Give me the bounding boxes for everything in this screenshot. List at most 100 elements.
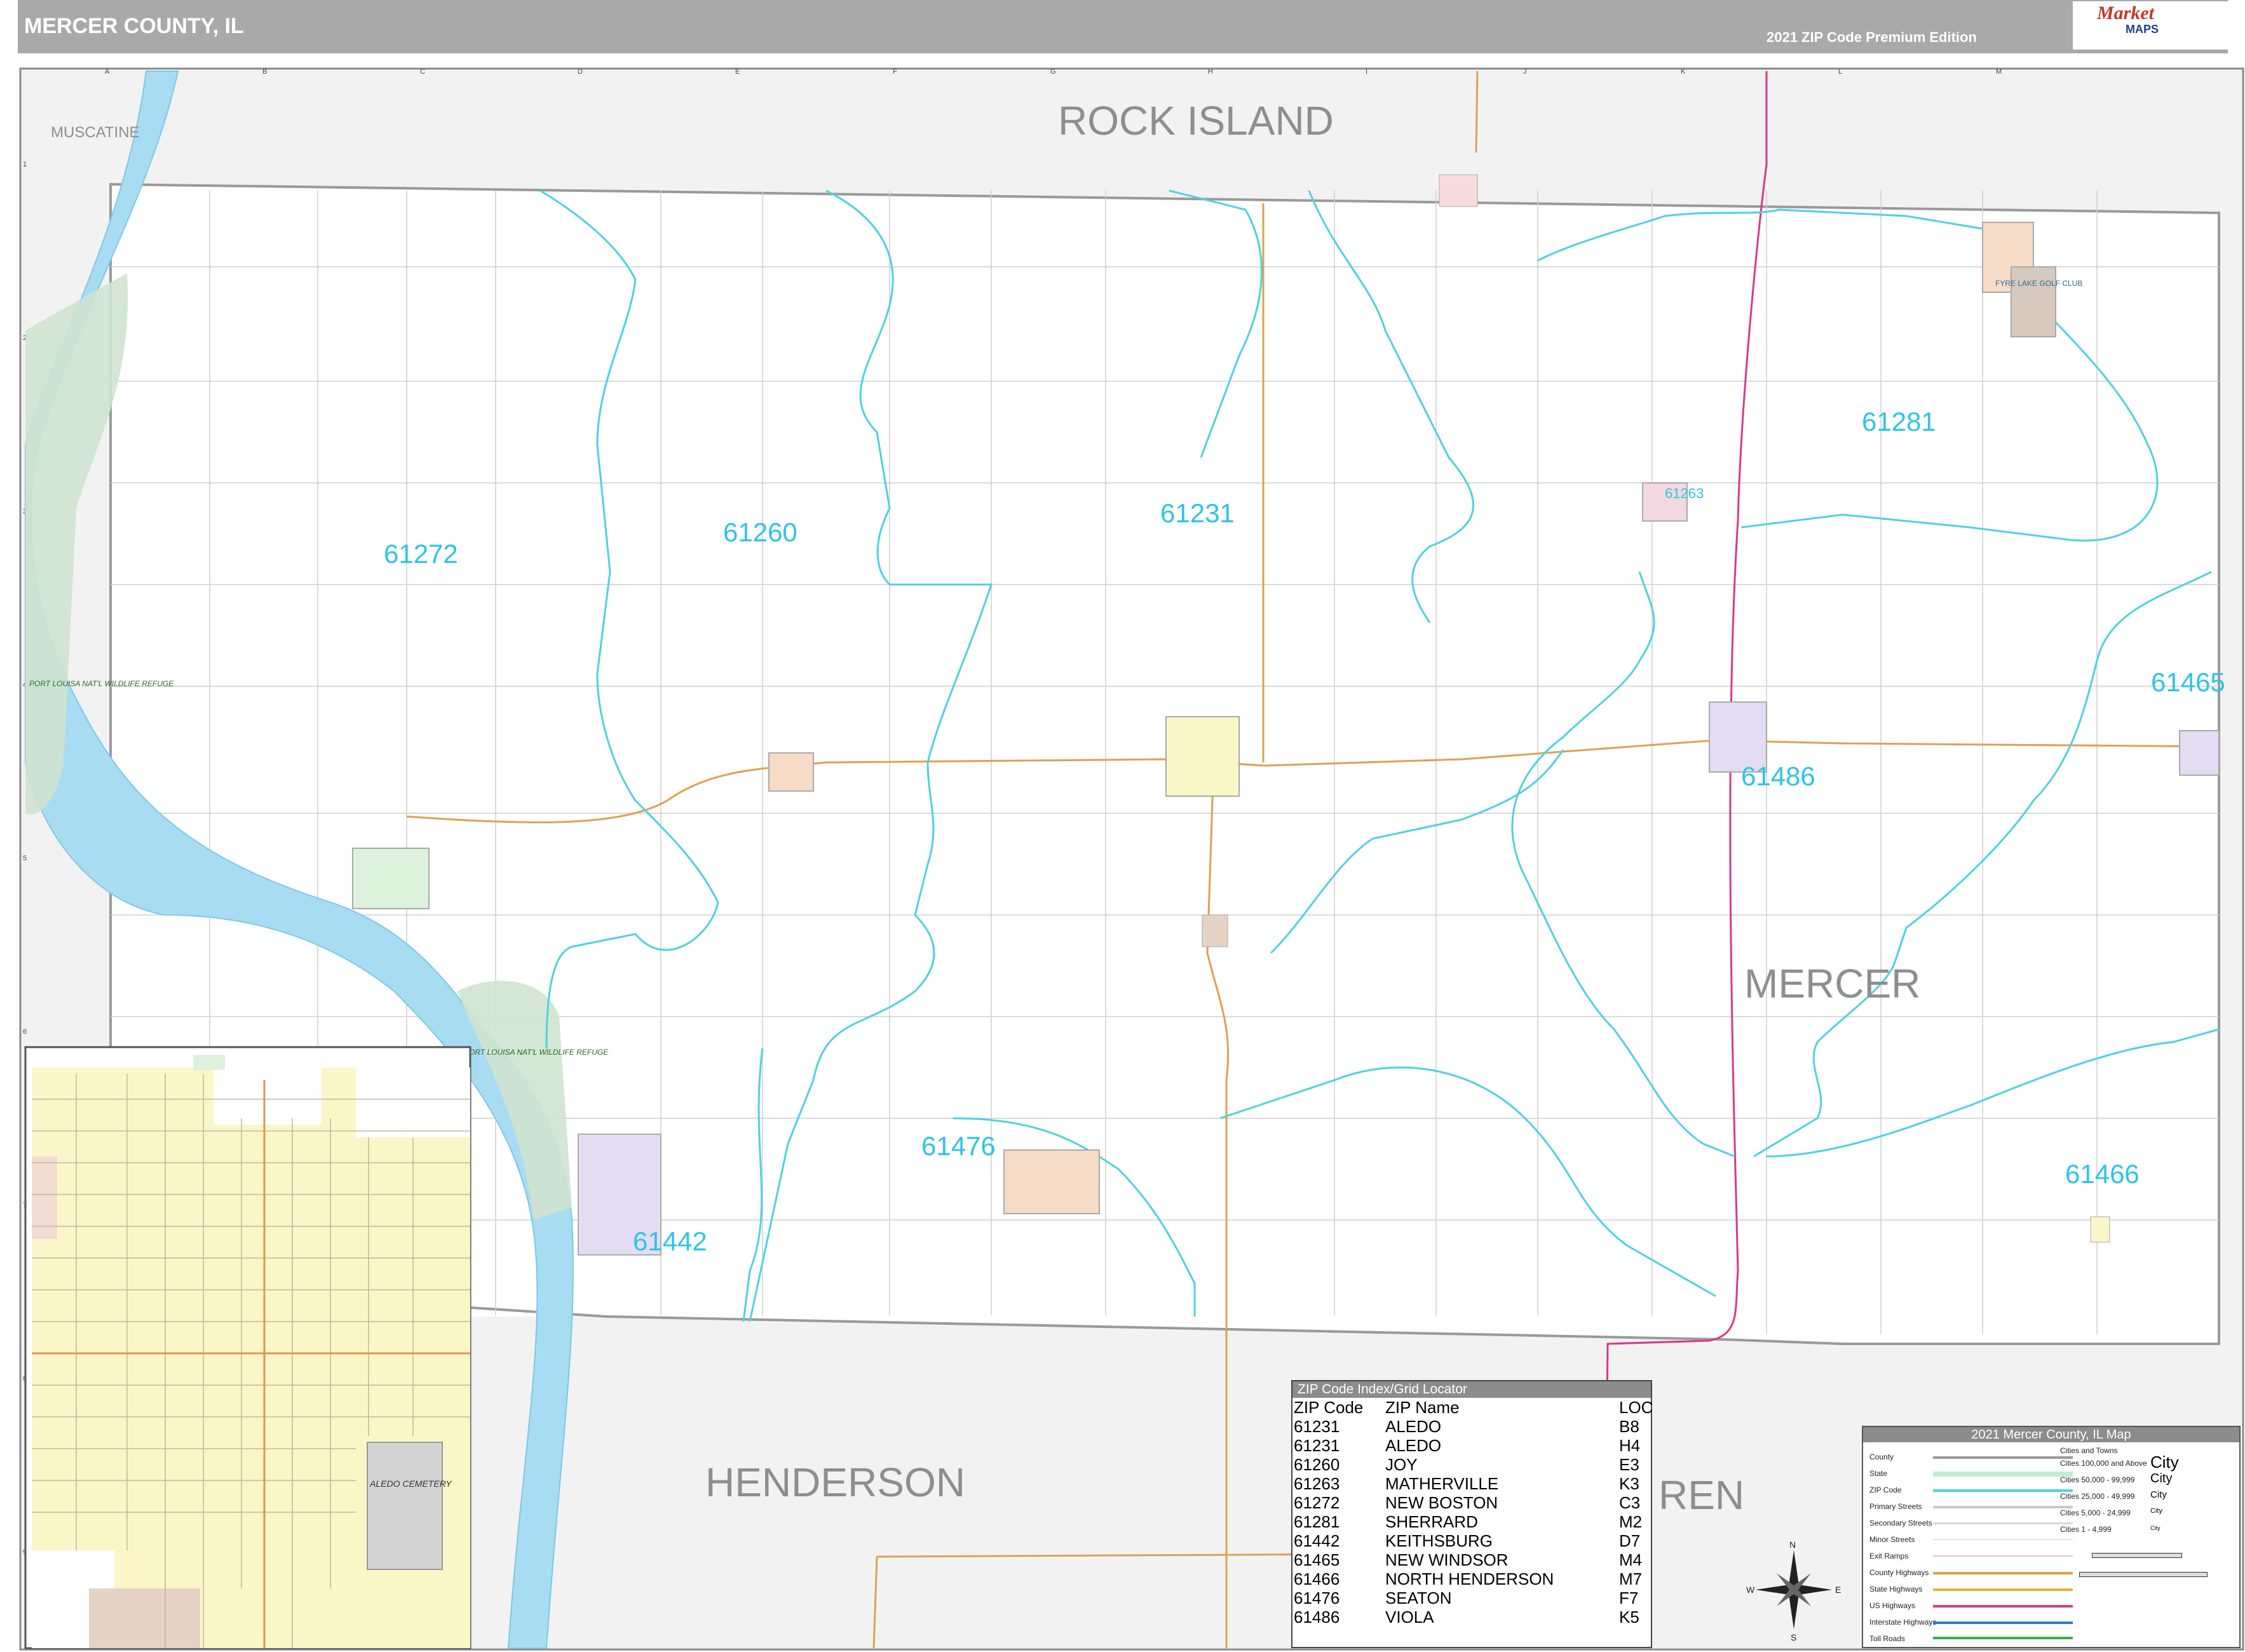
cell-name: NEW BOSTON — [1385, 1493, 1498, 1512]
legend-city-class-5: Cities 1 - 4,999 — [2060, 1525, 2112, 1534]
cell-loc: B8 — [1619, 1417, 1639, 1436]
legend-item-interstate: Interstate Highways — [1869, 1618, 1937, 1627]
table-row: 61465 NEW WINDSOR M4 — [1292, 1550, 1651, 1569]
cell-loc: M2 — [1619, 1512, 1643, 1531]
cell-name: JOY — [1385, 1455, 1418, 1474]
col-header-loc: LOC — [1619, 1398, 1653, 1417]
cell-name: ALEDO — [1385, 1417, 1442, 1436]
cell-name: NEW WINDSOR — [1385, 1550, 1509, 1569]
legend-swatch-ramps — [1933, 1555, 2073, 1557]
cell-loc: E3 — [1619, 1455, 1639, 1474]
cell-name: NORTH HENDERSON — [1385, 1569, 1554, 1588]
zip-label-61476: 61476 — [921, 1131, 996, 1161]
table-row: 61272 NEW BOSTON C3 — [1292, 1493, 1651, 1512]
table-row: 61260 JOY E3 — [1292, 1455, 1651, 1474]
compass-w: W — [1746, 1585, 1755, 1595]
town-aledo — [1165, 716, 1240, 797]
town-seaton — [1003, 1149, 1100, 1214]
cell-zip: 61231 — [1294, 1436, 1340, 1455]
zip-label-61465: 61465 — [2151, 667, 2225, 697]
compass-e: E — [1835, 1585, 1841, 1595]
legend-item-state: State — [1869, 1469, 1888, 1478]
compass-n: N — [1789, 1540, 1796, 1550]
refuge-label-south: PORT LOUISA NAT'L WILDLIFE REFUGE — [464, 1048, 609, 1057]
zip-label-61281: 61281 — [1862, 407, 1936, 437]
grid-col-g: G — [1050, 68, 1056, 76]
label-muscatine: MUSCATINE — [51, 124, 140, 141]
legend-swatch-interstate — [1933, 1622, 2073, 1624]
town-north-henderson — [2090, 1216, 2110, 1243]
county-map[interactable]: A B C D E F G H I J K L M 1 2 3 4 5 6 7 … — [0, 0, 2245, 1652]
rock-island-town — [1439, 174, 1478, 207]
town-new-boston — [352, 848, 430, 909]
table-row: 61486 VIOLA K5 — [1292, 1608, 1651, 1627]
cell-loc: F7 — [1619, 1588, 1639, 1608]
grid-col-f: F — [893, 68, 897, 76]
cell-loc: K5 — [1619, 1608, 1639, 1627]
legend-item-minor: Minor Streets — [1869, 1535, 1915, 1544]
legend-item-primary: Primary Streets — [1869, 1502, 1922, 1511]
town-joy — [768, 752, 814, 792]
legend-title: 2021 Mercer County, IL Map — [1863, 1427, 2239, 1442]
grid-row-1: 1 — [23, 161, 27, 168]
cell-name: SHERRARD — [1385, 1512, 1478, 1531]
cell-name: SEATON — [1385, 1588, 1452, 1608]
table-row: 61476 SEATON F7 — [1292, 1588, 1651, 1608]
legend-swatch-secondary — [1933, 1522, 2073, 1524]
legend-swatch-minor — [1933, 1539, 2073, 1540]
zip-label-61272: 61272 — [384, 539, 458, 569]
zip-label-61263: 61263 — [1665, 485, 1704, 501]
legend-swatch-primary — [1933, 1506, 2073, 1508]
grid-col-b: B — [262, 68, 267, 76]
cell-loc: C3 — [1619, 1493, 1641, 1512]
legend-swatch-county-hwy — [1933, 1572, 2073, 1574]
inset-cemetery-label: ALEDO CEMETERY — [369, 1479, 452, 1489]
grid-col-k: K — [1681, 68, 1686, 76]
compass-s: S — [1791, 1632, 1796, 1642]
legend-item-secondary: Secondary Streets — [1869, 1519, 1932, 1527]
legend-city-class-1: Cities 100,000 and Above — [2060, 1459, 2147, 1468]
cell-loc: D7 — [1619, 1531, 1641, 1550]
scale-bar-miles — [2079, 1572, 2208, 1577]
cell-name: VIOLA — [1385, 1608, 1434, 1627]
legend-item-toll: Toll Roads — [1869, 1634, 1906, 1643]
zip-label-61260: 61260 — [723, 517, 797, 547]
aledo-inset-map: ALEDO CEMETERY — [24, 1046, 471, 1649]
inset-golf — [89, 1588, 200, 1648]
legend-cities-header: Cities and Towns — [2060, 1446, 2118, 1455]
zip-index-header-row: ZIP Code ZIP Name LOC — [1292, 1398, 1653, 1417]
cemetery-shape — [1202, 914, 1228, 947]
neighbor-county-east — [2219, 70, 2242, 1648]
zip-label-61231: 61231 — [1160, 498, 1235, 528]
zip-label-61466: 61466 — [2065, 1159, 2140, 1189]
cell-zip: 61466 — [1294, 1569, 1340, 1588]
cell-zip: 61231 — [1294, 1417, 1340, 1436]
map-legend: 2021 Mercer County, IL Map County State … — [1862, 1426, 2241, 1648]
grid-col-j: J — [1523, 68, 1527, 76]
table-row: 61231 ALEDO B8 — [1292, 1417, 1651, 1436]
legend-item-us-hwy: US Highways — [1869, 1601, 1916, 1610]
legend-city-class-4: Cities 5,000 - 24,999 — [2060, 1508, 2131, 1517]
cell-zip: 61486 — [1294, 1608, 1340, 1627]
zip-index-table: ZIP Code Index/Grid Locator ZIP Code ZIP… — [1291, 1380, 1653, 1648]
legend-city-class-3: Cities 25,000 - 49,999 — [2060, 1492, 2135, 1501]
cell-loc: M7 — [1619, 1569, 1643, 1588]
refuge-label-north: PORT LOUISA NAT'L WILDLIFE REFUGE — [29, 679, 174, 688]
grid-col-i: I — [1366, 68, 1367, 76]
inset-cemetery — [367, 1442, 443, 1570]
town-new-windsor — [2179, 730, 2220, 776]
table-row: 61263 MATHERVILLE K3 — [1292, 1474, 1651, 1493]
legend-swatch-toll — [1933, 1637, 2073, 1639]
legend-swatch-state — [1933, 1472, 2073, 1477]
legend-city-symbol-5: City — [2150, 1525, 2160, 1531]
golf-course — [2011, 266, 2056, 337]
grid-col-l: L — [1838, 68, 1842, 76]
legend-city-class-2: Cities 50,000 - 99,999 — [2060, 1475, 2135, 1484]
label-warren-partial: REN — [1658, 1472, 1744, 1518]
label-rock-island: ROCK ISLAND — [1058, 98, 1334, 144]
cell-loc: M4 — [1619, 1550, 1643, 1569]
table-row: 61281 SHERRARD M2 — [1292, 1512, 1651, 1531]
grid-col-h: H — [1208, 68, 1213, 76]
legend-item-ramps: Exit Ramps — [1869, 1552, 1909, 1561]
legend-city-symbol-2: City — [2150, 1472, 2173, 1486]
